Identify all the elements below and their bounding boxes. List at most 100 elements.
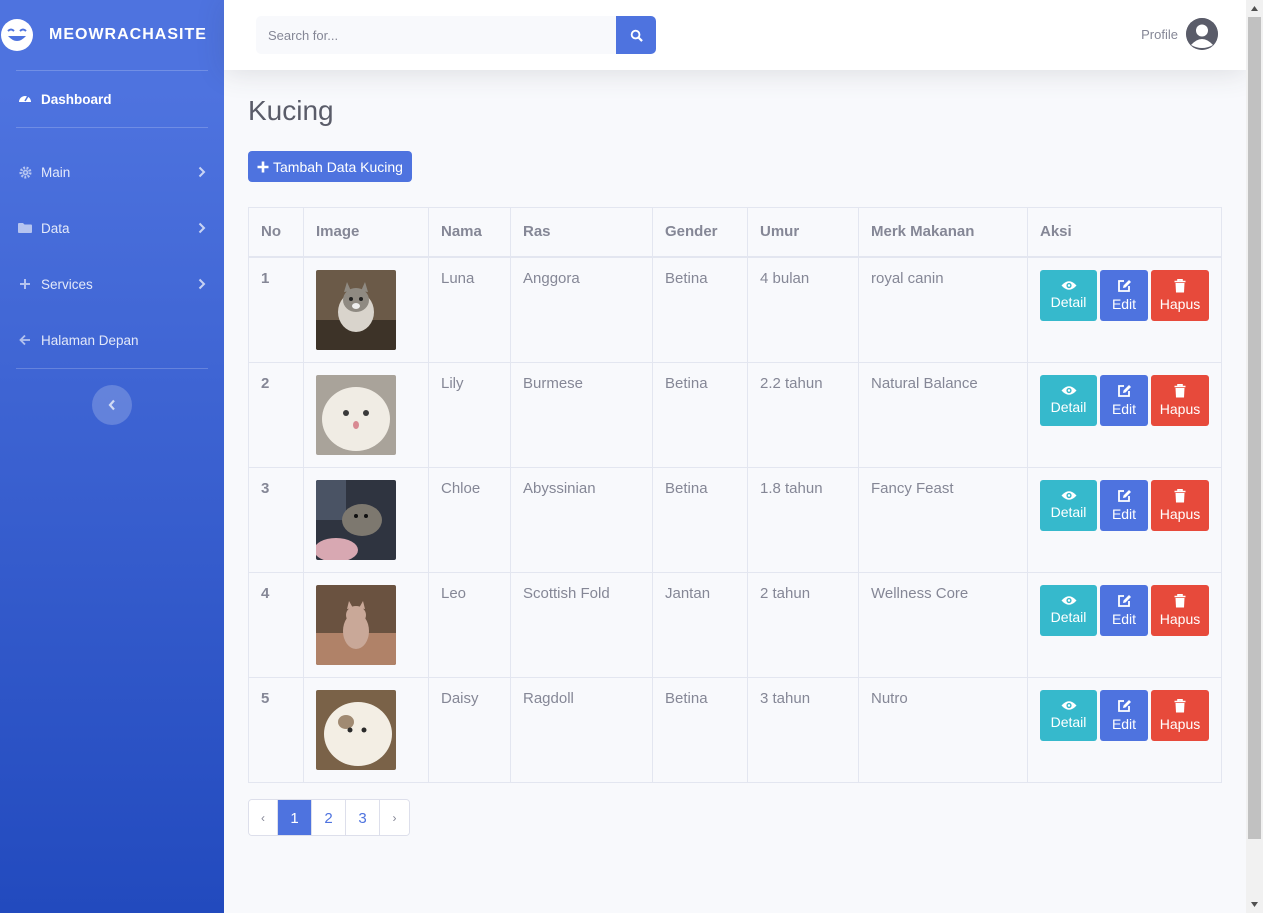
detail-label: Detail xyxy=(1050,609,1087,625)
detail-button[interactable]: Detail xyxy=(1040,479,1097,531)
sidebar-item-label: Main xyxy=(41,164,71,180)
delete-button[interactable]: Hapus xyxy=(1151,689,1209,741)
sidebar-toggle-button[interactable] xyxy=(92,385,132,425)
column-header-umur[interactable]: Umur xyxy=(747,207,859,258)
pagination-next[interactable]: › xyxy=(380,799,409,835)
eye-icon xyxy=(1061,596,1076,605)
cell-nama: Lily xyxy=(428,361,511,468)
search-icon xyxy=(630,29,643,42)
cell-image xyxy=(303,361,429,468)
table-header-row: No Image Nama Ras Gender Umur Merk Makan… xyxy=(248,207,1222,258)
sidebar-item-dashboard[interactable]: Dashboard xyxy=(0,71,224,127)
pagination-page-2[interactable]: 2 xyxy=(312,799,346,835)
cell-no: 1 xyxy=(248,256,304,363)
column-header-ras[interactable]: Ras xyxy=(510,207,653,258)
cell-merk-makanan: Natural Balance xyxy=(858,361,1028,468)
edit-button[interactable]: Edit xyxy=(1100,689,1148,741)
cell-nama: Daisy xyxy=(428,676,511,783)
cell-umur: 4 bulan xyxy=(747,256,859,363)
cell-image xyxy=(303,256,429,363)
column-header-merk-makanan[interactable]: Merk Makanan xyxy=(858,207,1028,258)
sidebar-item-halaman-depan[interactable]: Halaman Depan xyxy=(0,312,224,368)
edit-button[interactable]: Edit xyxy=(1100,584,1148,636)
arrow-left-icon xyxy=(17,334,33,346)
trash-icon xyxy=(1174,278,1186,292)
sidebar-item-label: Services xyxy=(41,276,93,292)
cell-ras: Ragdoll xyxy=(510,676,653,783)
cell-merk-makanan: royal canin xyxy=(858,256,1028,363)
edit-button[interactable]: Edit xyxy=(1100,374,1148,426)
search-input[interactable] xyxy=(256,16,616,54)
column-header-no[interactable]: No xyxy=(248,207,304,258)
pagination-page-3[interactable]: 3 xyxy=(346,799,380,835)
cell-gender: Betina xyxy=(652,676,748,783)
detail-button[interactable]: Detail xyxy=(1040,689,1097,741)
chevron-right-icon xyxy=(196,278,208,290)
detail-label: Detail xyxy=(1050,714,1087,730)
edit-button[interactable]: Edit xyxy=(1100,479,1148,531)
table-row: 5 Daisy Ragdoll Betina 3 tahun Nutro Det… xyxy=(248,676,1222,783)
delete-button[interactable]: Hapus xyxy=(1151,269,1209,321)
detail-label: Detail xyxy=(1050,294,1087,310)
edit-label: Edit xyxy=(1111,400,1137,417)
delete-button[interactable]: Hapus xyxy=(1151,374,1209,426)
trash-icon xyxy=(1174,593,1186,607)
page-scrollbar[interactable] xyxy=(1246,0,1263,913)
edit-icon xyxy=(1117,384,1131,397)
table-row: 1 Luna Anggora Betina 4 bulan royal cani… xyxy=(248,256,1222,363)
column-header-nama[interactable]: Nama xyxy=(428,207,511,258)
delete-label: Hapus xyxy=(1159,715,1201,732)
delete-button[interactable]: Hapus xyxy=(1151,584,1209,636)
gear-icon xyxy=(17,165,33,179)
cell-image xyxy=(303,466,429,573)
cell-no: 3 xyxy=(248,466,304,573)
cell-merk-makanan: Fancy Feast xyxy=(858,466,1028,573)
cat-photo xyxy=(316,689,396,770)
brand[interactable]: MEOWRACHASITE xyxy=(0,0,224,70)
detail-button[interactable]: Detail xyxy=(1040,374,1097,426)
pagination-prev[interactable]: ‹ xyxy=(249,799,278,835)
cat-photo xyxy=(316,584,396,665)
user-dropdown[interactable]: Profile xyxy=(1141,18,1218,50)
column-header-image[interactable]: Image xyxy=(303,207,429,258)
topbar: Profile xyxy=(224,0,1246,70)
cell-aksi: Detail Edit Hapus xyxy=(1027,256,1222,363)
cell-ras: Anggora xyxy=(510,256,653,363)
edit-button[interactable]: Edit xyxy=(1100,269,1148,321)
detail-button[interactable]: Detail xyxy=(1040,269,1097,321)
plus-icon xyxy=(257,161,269,172)
scroll-up-arrow[interactable] xyxy=(1246,0,1263,17)
sidebar-item-services[interactable]: Services xyxy=(0,256,224,312)
sidebar-item-main[interactable]: Main xyxy=(0,144,224,200)
cell-image xyxy=(303,571,429,678)
search-form xyxy=(256,16,656,54)
sidebar-item-label: Dashboard xyxy=(41,91,112,107)
add-cat-button[interactable]: Tambah Data Kucing xyxy=(248,151,412,182)
cell-gender: Betina xyxy=(652,466,748,573)
pagination-page-1[interactable]: 1 xyxy=(278,799,312,835)
search-button[interactable] xyxy=(616,16,656,54)
delete-label: Hapus xyxy=(1159,400,1201,417)
cell-aksi: Detail Edit Hapus xyxy=(1027,676,1222,783)
edit-label: Edit xyxy=(1111,715,1137,732)
edit-icon xyxy=(1117,279,1131,292)
detail-label: Detail xyxy=(1050,399,1087,415)
cell-gender: Jantan xyxy=(652,571,748,678)
scroll-down-arrow[interactable] xyxy=(1246,896,1263,913)
cell-merk-makanan: Wellness Core xyxy=(858,571,1028,678)
edit-label: Edit xyxy=(1111,505,1137,522)
sidebar-item-data[interactable]: Data xyxy=(0,200,224,256)
detail-button[interactable]: Detail xyxy=(1040,584,1097,636)
cell-no: 5 xyxy=(248,676,304,783)
column-header-aksi[interactable]: Aksi xyxy=(1027,207,1222,258)
cell-ras: Burmese xyxy=(510,361,653,468)
cell-no: 4 xyxy=(248,571,304,678)
delete-button[interactable]: Hapus xyxy=(1151,479,1209,531)
edit-label: Edit xyxy=(1111,610,1137,627)
column-header-gender[interactable]: Gender xyxy=(652,207,748,258)
delete-label: Hapus xyxy=(1159,295,1201,312)
cell-no: 2 xyxy=(248,361,304,468)
cell-aksi: Detail Edit Hapus xyxy=(1027,466,1222,573)
chevron-right-icon xyxy=(196,222,208,234)
scrollbar-thumb[interactable] xyxy=(1248,17,1261,839)
